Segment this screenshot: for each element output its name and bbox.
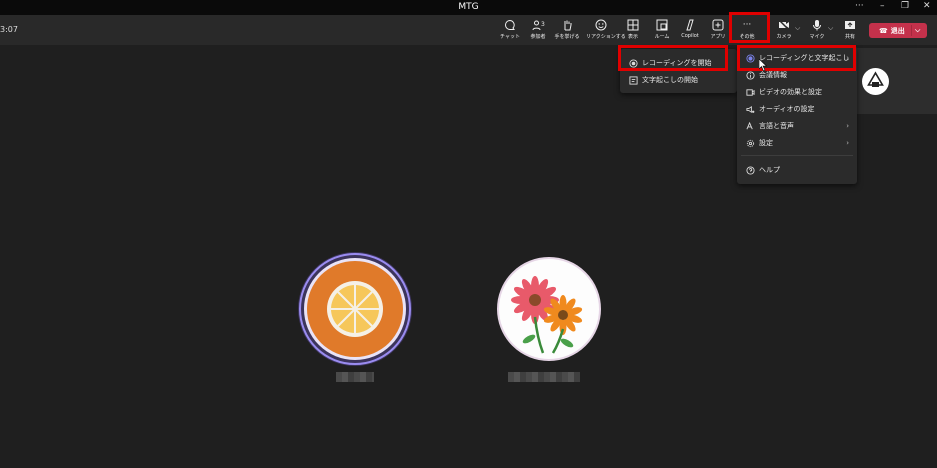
settings-item[interactable]: 設定 › bbox=[737, 135, 857, 151]
leave-label: 退出 bbox=[890, 27, 905, 35]
audio-settings-item[interactable]: オーディオの設定 bbox=[737, 101, 857, 117]
close-button[interactable]: ✕ bbox=[923, 1, 931, 11]
video-effects-item[interactable]: ビデオの効果と設定 bbox=[737, 84, 857, 100]
copilot-icon bbox=[684, 19, 696, 31]
start-transcription-item[interactable]: 文字起こしの開始 bbox=[620, 72, 737, 88]
transcript-icon bbox=[628, 75, 638, 85]
meeting-toolbar: 3:07 チャット 参加者 3 手を挙げる リアクションする 表示 ルーム Co… bbox=[0, 15, 937, 45]
participant-avatar-flowers[interactable] bbox=[497, 257, 601, 361]
leave-button[interactable]: ☎ 退出 ⌵ bbox=[869, 23, 927, 38]
mic-icon bbox=[811, 19, 823, 31]
mic-options-caret[interactable]: ⌵ bbox=[828, 24, 833, 33]
rooms-button[interactable]: ルーム bbox=[648, 18, 676, 44]
chevron-right-icon: › bbox=[846, 122, 849, 130]
language-icon bbox=[745, 121, 755, 131]
help-item[interactable]: ヘルプ bbox=[737, 162, 857, 178]
window-title: MTG bbox=[458, 2, 479, 12]
participants-button[interactable]: 参加者 bbox=[524, 18, 552, 44]
hand-icon bbox=[561, 19, 573, 31]
meeting-timer: 3:07 bbox=[0, 25, 18, 34]
react-button[interactable]: リアクションする bbox=[586, 18, 626, 44]
smile-icon bbox=[595, 19, 607, 31]
orange-avatar-image bbox=[298, 252, 412, 366]
leave-options-caret[interactable]: ⌵ bbox=[915, 26, 920, 35]
maximize-button[interactable]: ❐ bbox=[901, 1, 909, 11]
highlight-start-recording bbox=[618, 45, 728, 71]
gear-icon bbox=[745, 138, 755, 148]
plus-icon bbox=[712, 19, 724, 31]
language-speech-item[interactable]: 言語と音声 › bbox=[737, 118, 857, 134]
participant-avatar-orange[interactable] bbox=[297, 251, 413, 367]
room-icon bbox=[656, 19, 668, 31]
participant-name-blurred bbox=[508, 372, 580, 382]
apps-button[interactable]: アプリ bbox=[704, 18, 732, 44]
view-button[interactable]: 表示 bbox=[619, 18, 647, 44]
chat-button[interactable]: チャット bbox=[496, 18, 524, 44]
window-more-icon[interactable]: ··· bbox=[855, 1, 864, 11]
chevron-right-icon: › bbox=[846, 139, 849, 147]
menu-divider bbox=[741, 155, 853, 156]
minimize-button[interactable]: – bbox=[880, 1, 885, 11]
phone-hangup-icon: ☎ bbox=[879, 27, 888, 35]
camera-button[interactable]: カメラ bbox=[770, 18, 798, 44]
participant-count: 3 bbox=[541, 21, 545, 28]
mouse-cursor-icon bbox=[759, 59, 767, 71]
share-button[interactable]: 共有 bbox=[836, 18, 864, 44]
copilot-button[interactable]: Copilot bbox=[676, 18, 704, 44]
mic-button[interactable]: マイク bbox=[803, 18, 831, 44]
camera-options-caret[interactable]: ⌵ bbox=[795, 24, 800, 33]
raise-hand-button[interactable]: 手を挙げる bbox=[553, 18, 581, 44]
audio-settings-icon bbox=[745, 104, 755, 114]
flower-avatar-image bbox=[497, 257, 601, 361]
highlight-recording-transcription bbox=[737, 45, 856, 71]
participant-name-blurred bbox=[336, 372, 374, 382]
info-icon bbox=[745, 70, 755, 80]
share-icon bbox=[844, 19, 856, 31]
title-bar: MTG ··· – ❐ ✕ bbox=[0, 0, 937, 15]
help-icon bbox=[745, 165, 755, 175]
self-avatar bbox=[862, 68, 889, 95]
video-effects-icon bbox=[745, 87, 755, 97]
highlight-more-button bbox=[729, 12, 770, 43]
chat-icon bbox=[504, 19, 516, 31]
camera-off-icon bbox=[778, 19, 790, 31]
grid-icon bbox=[627, 19, 639, 31]
